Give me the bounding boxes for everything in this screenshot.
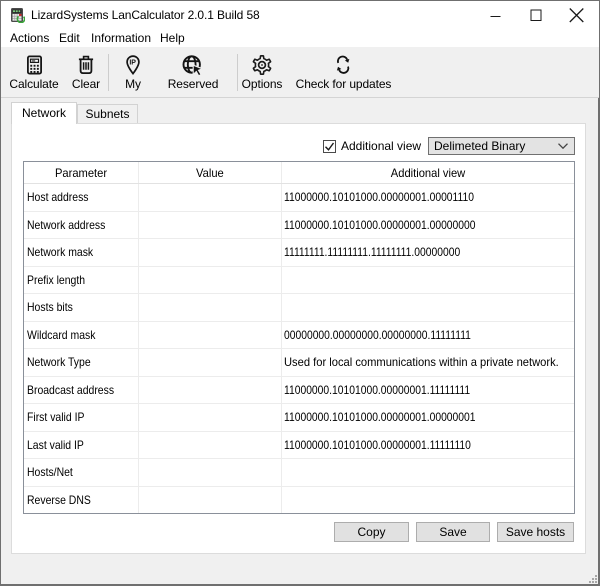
svg-text:IP: IP	[129, 59, 136, 66]
